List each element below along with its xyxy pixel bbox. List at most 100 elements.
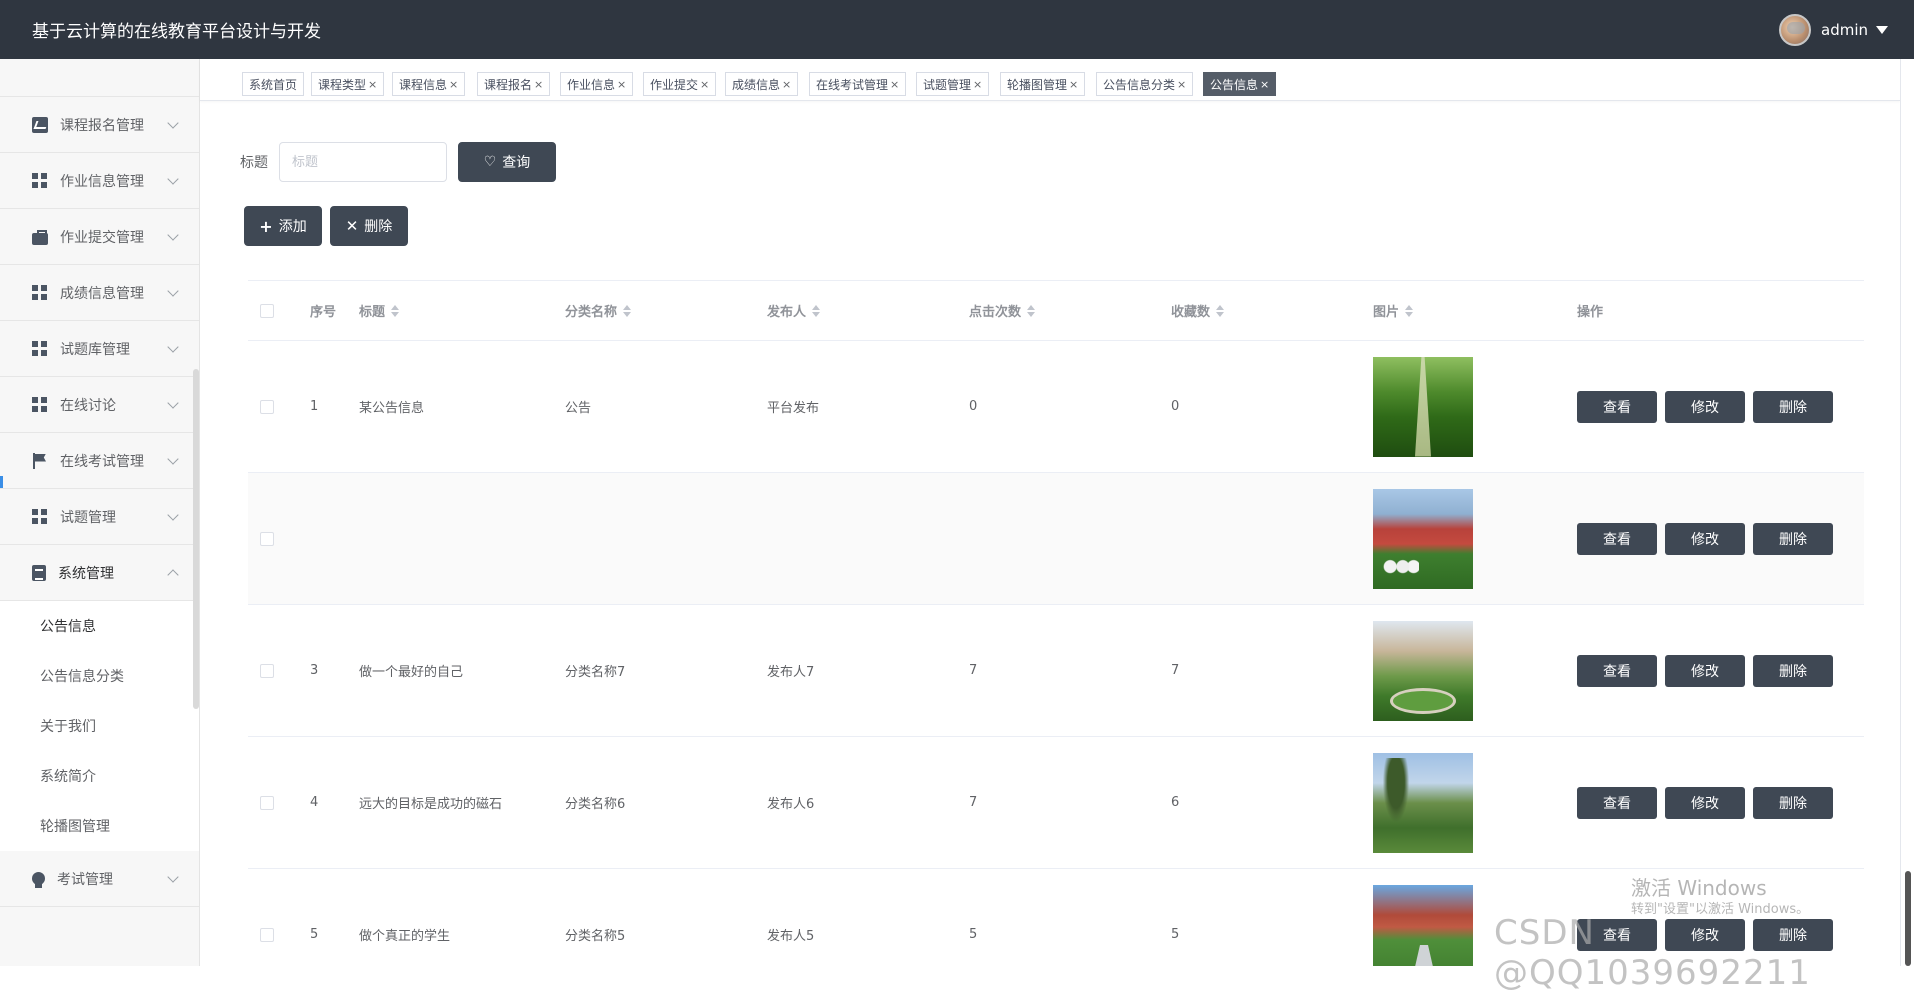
row-checkbox[interactable] bbox=[260, 927, 274, 942]
cell-favorites: 5 bbox=[1171, 927, 1180, 942]
table-row[interactable]: 3 做一个最好的自己 分类名称7 发布人7 7 7 查看 修改 删除 bbox=[248, 605, 1864, 737]
sidebar-item-homework-submit[interactable]: 作业提交管理 bbox=[0, 209, 199, 265]
close-icon: ✕ bbox=[345, 217, 359, 235]
tab-online-exam[interactable]: 在线考试管理 × bbox=[809, 72, 907, 96]
header-image[interactable]: 图片 bbox=[1373, 281, 1573, 340]
row-delete-button[interactable]: 删除 bbox=[1753, 390, 1833, 423]
tab-homework-info[interactable]: 作业信息 × bbox=[560, 72, 634, 96]
grid-icon bbox=[32, 340, 48, 357]
sort-icon[interactable] bbox=[1216, 304, 1225, 317]
user-menu[interactable]: admin bbox=[1779, 13, 1888, 46]
tab-home[interactable]: 系统首页 bbox=[242, 72, 305, 96]
search-input[interactable] bbox=[279, 142, 447, 182]
query-button-label: 查询 bbox=[502, 155, 531, 171]
sidebar-item-system[interactable]: 系统管理 bbox=[0, 545, 199, 601]
submenu-item-notice[interactable]: 公告信息 bbox=[0, 601, 199, 651]
header-title[interactable]: 标题 bbox=[359, 281, 565, 340]
delete-button[interactable]: ✕ 删除 bbox=[330, 206, 408, 246]
row-checkbox[interactable] bbox=[260, 663, 274, 678]
table-row[interactable]: 查看 修改 删除 bbox=[248, 473, 1864, 605]
close-icon[interactable]: × bbox=[1177, 78, 1186, 91]
cell-clicks: 7 bbox=[969, 663, 978, 678]
sidebar-item-homework-info[interactable]: 作业信息管理 bbox=[0, 153, 199, 209]
sort-icon[interactable] bbox=[1405, 304, 1414, 317]
row-checkbox-cell bbox=[248, 737, 310, 868]
row-checkbox[interactable] bbox=[260, 531, 274, 546]
close-icon[interactable]: × bbox=[782, 78, 791, 91]
close-icon[interactable]: × bbox=[700, 78, 709, 91]
row-delete-button[interactable]: 删除 bbox=[1753, 786, 1833, 819]
close-icon[interactable]: × bbox=[534, 78, 543, 91]
sidebar-item-discussion[interactable]: 在线讨论 bbox=[0, 377, 199, 433]
sort-icon[interactable] bbox=[623, 304, 632, 317]
grid-icon bbox=[32, 172, 48, 189]
edit-button[interactable]: 修改 bbox=[1665, 786, 1745, 819]
cell-image bbox=[1373, 737, 1573, 868]
tab-notice[interactable]: 公告信息 × bbox=[1203, 72, 1277, 96]
cell-image bbox=[1373, 605, 1573, 736]
cell-title bbox=[359, 473, 565, 604]
row-checkbox[interactable] bbox=[260, 399, 274, 414]
close-icon[interactable]: × bbox=[973, 78, 982, 91]
select-all-checkbox[interactable] bbox=[260, 303, 274, 318]
edit-button[interactable]: 修改 bbox=[1665, 654, 1745, 687]
close-icon[interactable]: × bbox=[1260, 78, 1269, 91]
header-category[interactable]: 分类名称 bbox=[565, 281, 767, 340]
row-delete-button[interactable]: 删除 bbox=[1753, 654, 1833, 687]
close-icon[interactable]: × bbox=[368, 78, 377, 91]
submenu-item-carousel[interactable]: 轮播图管理 bbox=[0, 801, 199, 851]
sort-icon[interactable] bbox=[391, 304, 400, 317]
query-button[interactable]: ♡ 查询 bbox=[458, 142, 556, 182]
close-icon[interactable]: × bbox=[617, 78, 626, 91]
sidebar-item-online-exam[interactable]: 在线考试管理 bbox=[0, 433, 199, 489]
username[interactable]: admin bbox=[1821, 21, 1868, 39]
sort-icon[interactable] bbox=[1027, 304, 1036, 317]
tab-course-info[interactable]: 课程信息 × bbox=[392, 72, 466, 96]
tab-questions[interactable]: 试题管理 × bbox=[916, 72, 990, 96]
cell-ops: 查看 修改 删除 bbox=[1573, 473, 1864, 604]
add-button[interactable]: + 添加 bbox=[244, 206, 322, 246]
edit-button[interactable]: 修改 bbox=[1665, 522, 1745, 555]
sidebar-item-label: 课程报名管理 bbox=[60, 117, 144, 134]
header-publisher[interactable]: 发布人 bbox=[767, 281, 969, 340]
header-favorites[interactable]: 收藏数 bbox=[1171, 281, 1373, 340]
close-icon[interactable]: × bbox=[449, 78, 458, 91]
chevron-up-icon bbox=[167, 569, 179, 581]
left-edge-marker bbox=[0, 476, 3, 488]
caret-down-icon[interactable] bbox=[1876, 25, 1888, 34]
table-row[interactable]: 4 远大的目标是成功的磁石 分类名称6 发布人6 7 6 查看 修改 删除 bbox=[248, 737, 1864, 869]
sidebar-item-questions[interactable]: 试题管理 bbox=[0, 489, 199, 545]
tab-grades[interactable]: 成绩信息 × bbox=[725, 72, 799, 96]
close-icon[interactable]: × bbox=[890, 78, 899, 91]
page-scrollbar[interactable] bbox=[1900, 59, 1914, 966]
sidebar-item-grades[interactable]: 成绩信息管理 bbox=[0, 265, 199, 321]
view-button[interactable]: 查看 bbox=[1577, 786, 1657, 819]
row-checkbox[interactable] bbox=[260, 795, 274, 810]
tab-course-type[interactable]: 课程类型 × bbox=[311, 72, 385, 96]
sidebar-scrollbar[interactable] bbox=[193, 369, 199, 709]
header-clicks[interactable]: 点击次数 bbox=[969, 281, 1171, 340]
tab-notice-category[interactable]: 公告信息分类 × bbox=[1096, 72, 1194, 96]
view-button[interactable]: 查看 bbox=[1577, 522, 1657, 555]
edit-button[interactable]: 修改 bbox=[1665, 390, 1745, 423]
close-icon[interactable]: × bbox=[1069, 78, 1078, 91]
view-button[interactable]: 查看 bbox=[1577, 390, 1657, 423]
cell-index: 5 bbox=[310, 927, 319, 942]
submenu-item-about-us[interactable]: 关于我们 bbox=[0, 701, 199, 751]
table-row[interactable]: 1 某公告信息 公告 平台发布 0 0 查看 修改 删除 bbox=[248, 341, 1864, 473]
sidebar-item-exam-manage[interactable]: 考试管理 bbox=[0, 851, 199, 907]
cell-image bbox=[1373, 473, 1573, 604]
tab-carousel[interactable]: 轮播图管理 × bbox=[1000, 72, 1086, 96]
view-button[interactable]: 查看 bbox=[1577, 654, 1657, 687]
sidebar-item-course-enroll[interactable]: 课程报名管理 bbox=[0, 97, 199, 153]
row-delete-button[interactable]: 删除 bbox=[1753, 522, 1833, 555]
tab-course-enroll[interactable]: 课程报名 × bbox=[477, 72, 551, 96]
bulb-icon bbox=[32, 872, 45, 888]
avatar[interactable] bbox=[1779, 13, 1811, 46]
chart-icon bbox=[32, 116, 48, 133]
sort-icon[interactable] bbox=[812, 304, 821, 317]
submenu-item-system-intro[interactable]: 系统简介 bbox=[0, 751, 199, 801]
sidebar-item-question-bank[interactable]: 试题库管理 bbox=[0, 321, 199, 377]
submenu-item-notice-category[interactable]: 公告信息分类 bbox=[0, 651, 199, 701]
tab-homework-submit[interactable]: 作业提交 × bbox=[643, 72, 717, 96]
